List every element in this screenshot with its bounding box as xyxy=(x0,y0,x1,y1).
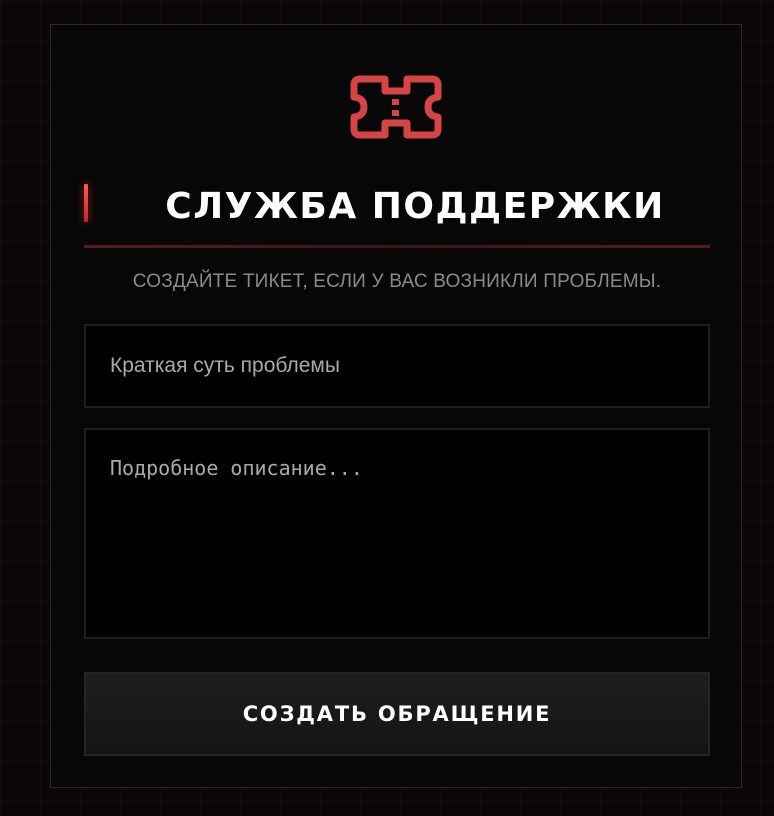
subject-input[interactable] xyxy=(84,324,710,408)
create-ticket-button[interactable]: СОЗДАТЬ ОБРАЩЕНИЕ xyxy=(84,672,710,756)
description-textarea[interactable] xyxy=(84,428,710,639)
page-title: СЛУЖБА ПОДДЕРЖКИ xyxy=(165,186,665,227)
page-subtitle: СОЗДАЙТЕ ТИКЕТ, ЕСЛИ У ВАС ВОЗНИКЛИ ПРОБ… xyxy=(132,271,662,292)
support-ticket-card: СЛУЖБА ПОДДЕРЖКИ СОЗДАЙТЕ ТИКЕТ, ЕСЛИ У … xyxy=(50,24,742,788)
title-divider xyxy=(84,245,710,248)
ticket-icon xyxy=(350,75,442,139)
